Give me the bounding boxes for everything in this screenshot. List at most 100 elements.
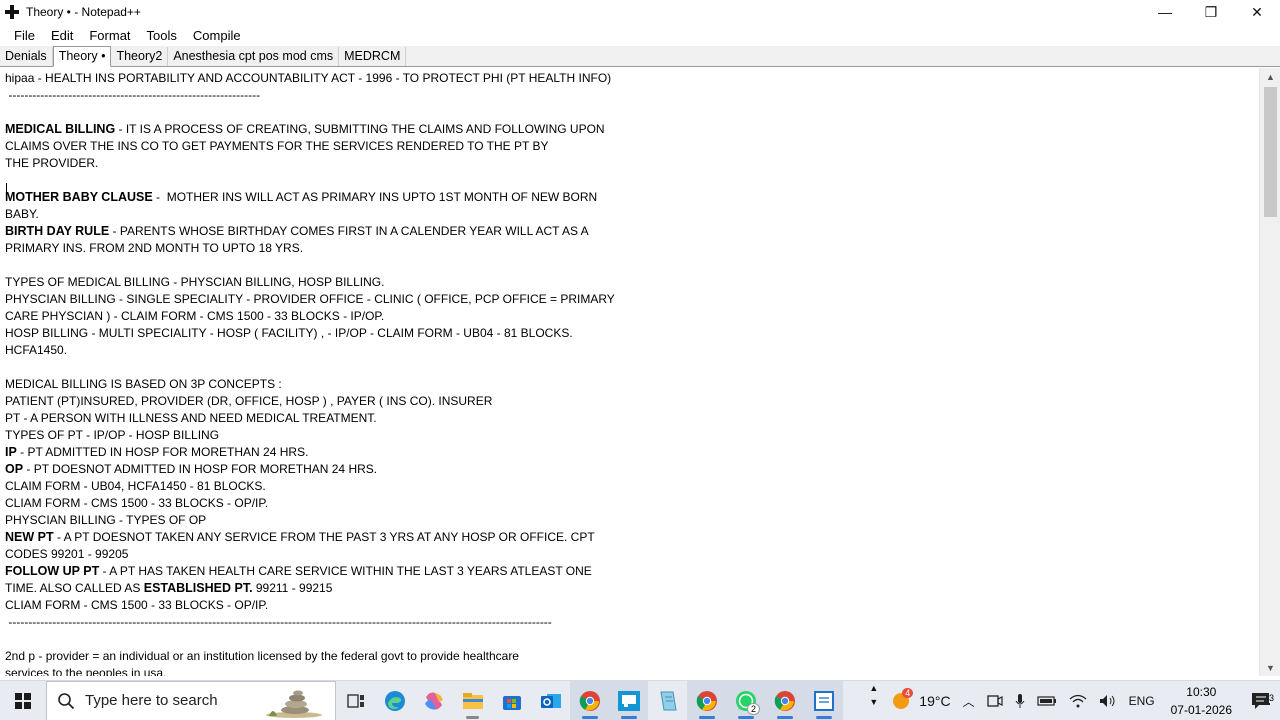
menu-format[interactable]: Format <box>81 28 138 43</box>
task-view-icon[interactable] <box>336 681 375 720</box>
editor-line: HOSP BILLING - MULTI SPECIALITY - HOSP (… <box>5 325 1262 342</box>
close-button[interactable]: ✕ <box>1234 0 1280 24</box>
search-placeholder: Type here to search <box>85 692 218 709</box>
menu-edit[interactable]: Edit <box>43 28 81 43</box>
search-highlight-image <box>263 686 325 718</box>
store-icon[interactable] <box>492 681 531 720</box>
scroll-thumb[interactable] <box>1264 87 1277 217</box>
volume-icon[interactable] <box>1093 681 1123 720</box>
line-text: PATIENT (PT)INSURED, PROVIDER (DR, OFFIC… <box>5 394 493 408</box>
minimize-button[interactable]: — <box>1142 0 1188 24</box>
bold-term: IP <box>5 445 17 459</box>
copilot-icon[interactable] <box>414 681 453 720</box>
line-text: MEDICAL BILLING IS BASED ON 3P CONCEPTS … <box>5 377 282 391</box>
search-icon <box>47 692 85 710</box>
line-text: - PT ADMITTED IN HOSP FOR MORETHAN 24 HR… <box>16 445 309 459</box>
line-text: CARE PHYSCIAN ) - CLAIM FORM - CMS 1500 … <box>5 309 385 323</box>
line-text: CLIAM FORM - CMS 1500 - 33 BLOCKS - OP/I… <box>5 496 269 510</box>
line-text: 2nd p - provider = an individual or an i… <box>5 649 519 663</box>
menu-tools[interactable]: Tools <box>139 28 185 43</box>
system-tray: ▲ ▼ 4 19°C ︿ ENG 10:30 07-01-2026 3 <box>863 681 1280 720</box>
line-text: CODES 99201 - 99205 <box>5 547 129 561</box>
file-explorer-icon[interactable] <box>453 681 492 720</box>
microphone-icon[interactable] <box>1009 681 1031 720</box>
editor-line: CODES 99201 - 99205 <box>5 546 1262 563</box>
notepad-app-icon[interactable] <box>648 681 687 720</box>
editor-line: hipaa - HEALTH INS PORTABILITY AND ACCOU… <box>5 70 1262 87</box>
line-text: CLAIM FORM - UB04, HCFA1450 - 81 BLOCKS. <box>5 479 266 493</box>
chrome-profile-icon[interactable] <box>687 680 726 720</box>
editor-line: ----------------------------------------… <box>5 614 1262 631</box>
scroll-up-arrow-icon[interactable]: ▲ <box>1260 68 1280 85</box>
editor-line: TYPES OF MEDICAL BILLING - PHYSCIAN BILL… <box>5 274 1262 291</box>
notification-center[interactable]: 3 <box>1242 692 1280 710</box>
title-bar: Theory • - Notepad++ — ❐ ✕ <box>0 0 1280 24</box>
tab-bar: Denials Theory • Theory2 Anesthesia cpt … <box>0 46 1280 67</box>
edge-icon[interactable] <box>375 681 414 720</box>
vertical-scrollbar[interactable]: ▲ ▼ <box>1259 68 1280 676</box>
line-text: TIME. ALSO CALLED AS <box>5 581 144 595</box>
notepadpp-app-icon <box>4 4 20 20</box>
weather-widget[interactable]: 4 19°C <box>884 681 956 720</box>
editor-line: CLIAM FORM - CMS 1500 - 33 BLOCKS - OP/I… <box>5 597 1262 614</box>
editor-line: MEDICAL BILLING - IT IS A PROCESS OF CRE… <box>5 121 1262 138</box>
wifi-icon[interactable] <box>1063 681 1093 720</box>
chrome-icon[interactable] <box>570 680 609 720</box>
menu-bar: File Edit Format Tools Compile <box>0 24 1280 46</box>
tab-anesthesia[interactable]: Anesthesia cpt pos mod cms <box>168 47 340 66</box>
clock-time: 10:30 <box>1186 685 1217 699</box>
taskbar-search[interactable]: Type here to search <box>46 680 336 720</box>
language-indicator[interactable]: ENG <box>1123 681 1161 720</box>
notification-count: 3 <box>1268 693 1274 703</box>
bold-term: MEDICAL BILLING <box>5 122 116 136</box>
editor-line: 2nd p - provider = an individual or an i… <box>5 648 1262 665</box>
editor-line: FOLLOW UP PT - A PT HAS TAKEN HEALTH CAR… <box>5 563 1262 580</box>
text-editor[interactable]: hipaa - HEALTH INS PORTABILITY AND ACCOU… <box>0 68 1262 676</box>
line-text: - IT IS A PROCESS OF CREATING, SUBMITTIN… <box>115 122 605 136</box>
clock-date: 07-01-2026 <box>1170 703 1232 717</box>
battery-icon[interactable] <box>1031 681 1063 720</box>
line-text: CLIAM FORM - CMS 1500 - 33 BLOCKS - OP/I… <box>5 598 269 612</box>
tab-theory2[interactable]: Theory2 <box>111 47 169 66</box>
meet-now-icon[interactable] <box>981 681 1009 720</box>
restore-button[interactable]: ❐ <box>1188 0 1234 24</box>
editor-line: ----------------------------------------… <box>5 87 1262 104</box>
line-text: services to the peoples in usa. <box>5 666 167 676</box>
tray-overflow-arrows-icon[interactable]: ▲ ▼ <box>863 681 884 720</box>
editor-line: BABY. <box>5 206 1262 223</box>
chrome-alt-icon[interactable] <box>765 680 804 720</box>
line-text: ----------------------------------------… <box>5 88 261 102</box>
line-text: - A PT HAS TAKEN HEALTH CARE SERVICE WIT… <box>99 564 592 578</box>
tab-medrcm[interactable]: MEDRCM <box>339 47 407 66</box>
windows-logo-icon <box>15 692 31 709</box>
line-text: PHYSCIAN BILLING - SINGLE SPECIALITY - P… <box>5 292 615 306</box>
editor-line: BIRTH DAY RULE - PARENTS WHOSE BIRTHDAY … <box>5 223 1262 240</box>
chat-app-icon[interactable] <box>609 680 648 720</box>
clock[interactable]: 10:30 07-01-2026 <box>1161 683 1242 719</box>
menu-compile[interactable]: Compile <box>185 28 249 43</box>
line-text: - PARENTS WHOSE BIRTHDAY COMES FIRST IN … <box>109 224 589 238</box>
start-button[interactable] <box>0 681 46 720</box>
line-text: PHYSCIAN BILLING - TYPES OF OP <box>5 513 207 527</box>
tab-denials[interactable]: Denials <box>0 47 53 66</box>
editor-line: TIME. ALSO CALLED AS ESTABLISHED PT. 992… <box>5 580 1262 597</box>
editor-line: MEDICAL BILLING IS BASED ON 3P CONCEPTS … <box>5 376 1262 393</box>
scroll-down-arrow-icon[interactable]: ▼ <box>1260 659 1280 676</box>
line-text: BABY. <box>5 207 39 221</box>
editor-line: HCFA1450. <box>5 342 1262 359</box>
text-cursor <box>6 183 8 197</box>
tab-theory[interactable]: Theory • <box>52 46 112 67</box>
editor-line: PRIMARY INS. FROM 2ND MONTH TO UPTO 18 Y… <box>5 240 1262 257</box>
menu-file[interactable]: File <box>6 28 43 43</box>
line-text: - PT DOESNOT ADMITTED IN HOSP FOR MORETH… <box>23 462 378 476</box>
line-text: CLAIMS OVER THE INS CO TO GET PAYMENTS F… <box>5 139 549 153</box>
show-hidden-icons-chevron-icon[interactable]: ︿ <box>957 681 981 720</box>
line-text: TYPES OF PT - IP/OP - HOSP BILLING <box>5 428 220 442</box>
outlook-icon[interactable] <box>531 681 570 720</box>
notepadpp-icon[interactable] <box>804 680 843 720</box>
whatsapp-icon[interactable]: 2 <box>726 680 765 720</box>
editor-line: OP - PT DOESNOT ADMITTED IN HOSP FOR MOR… <box>5 461 1262 478</box>
